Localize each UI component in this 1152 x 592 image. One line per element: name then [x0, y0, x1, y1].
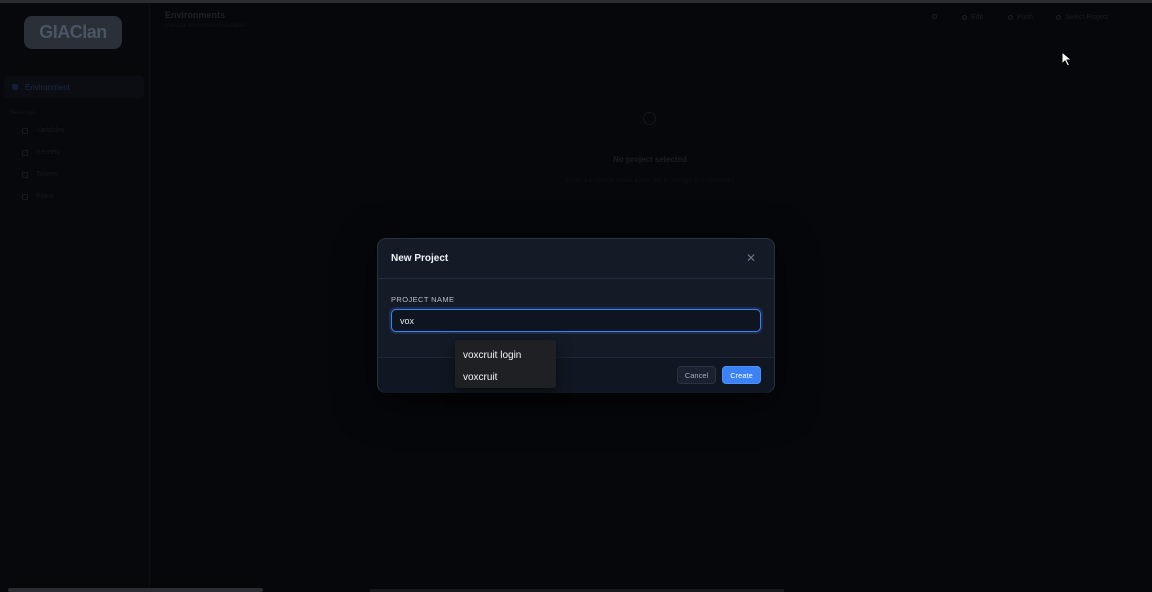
sidebar-section-label: Settings	[10, 110, 36, 116]
new-project-dialog: New Project ✕ PROJECT NAME Cancel Create	[377, 238, 775, 393]
project-icon	[1056, 15, 1061, 20]
variables-icon	[22, 127, 28, 134]
sidebar: GIAClan Environment Settings Variables S…	[0, 3, 150, 592]
plans-icon	[22, 193, 28, 200]
sidebar-item-label: Secrets	[36, 149, 60, 156]
autocomplete-item[interactable]: voxcruit login	[455, 344, 556, 366]
autocomplete-item[interactable]: voxcruit	[455, 366, 556, 388]
sidebar-item-tokens[interactable]: Tokens	[22, 171, 58, 178]
empty-state-icon	[643, 112, 656, 125]
tokens-icon	[22, 171, 28, 178]
theme-toggle-button[interactable]	[932, 14, 941, 19]
push-button[interactable]: Push	[1008, 14, 1033, 21]
sidebar-item-label: Environment	[25, 82, 70, 92]
sidebar-item-variables[interactable]: Variables	[22, 127, 65, 134]
secrets-icon	[22, 149, 28, 156]
select-project-button[interactable]: Select Project	[1056, 14, 1108, 21]
window-top-border	[0, 0, 1152, 3]
dialog-header: New Project ✕	[378, 239, 774, 279]
edit-button[interactable]: Edit	[962, 14, 983, 21]
close-icon[interactable]: ✕	[745, 252, 757, 264]
select-project-label: Select Project	[1065, 14, 1109, 21]
theme-icon	[932, 14, 937, 19]
sidebar-item-label: Plans	[36, 193, 54, 200]
sidebar-item-secrets[interactable]: Secrets	[22, 149, 60, 156]
app-logo[interactable]: GIAClan	[24, 16, 122, 49]
create-button[interactable]: Create	[722, 366, 761, 384]
edit-icon	[962, 15, 967, 20]
app-window: GIAClan Environment Settings Variables S…	[0, 0, 1152, 592]
sidebar-item-plans[interactable]: Plans	[22, 193, 54, 200]
autocomplete-dropdown: voxcruit login voxcruit	[455, 340, 556, 388]
empty-state-subtitle: Select a project or create a new one to …	[565, 178, 735, 184]
empty-state-title: No project selected	[613, 155, 687, 164]
sidebar-item-label: Tokens	[36, 171, 59, 178]
page-subtitle: Manage environment variables	[165, 23, 248, 29]
edit-button-label: Edit	[971, 14, 984, 21]
project-name-input[interactable]	[391, 309, 761, 332]
project-name-label: PROJECT NAME	[391, 295, 455, 304]
push-button-label: Push	[1017, 14, 1033, 21]
mouse-cursor-icon	[1061, 51, 1073, 67]
sidebar-item-label: Variables	[36, 127, 65, 134]
cancel-button[interactable]: Cancel	[677, 366, 716, 384]
sidebar-item-environment[interactable]: Environment	[4, 76, 144, 98]
environment-icon	[12, 84, 18, 90]
push-icon	[1008, 15, 1013, 20]
dialog-title: New Project	[391, 253, 449, 264]
horizontal-scrollbar[interactable]	[8, 588, 263, 592]
page-title: Environments	[165, 10, 226, 20]
